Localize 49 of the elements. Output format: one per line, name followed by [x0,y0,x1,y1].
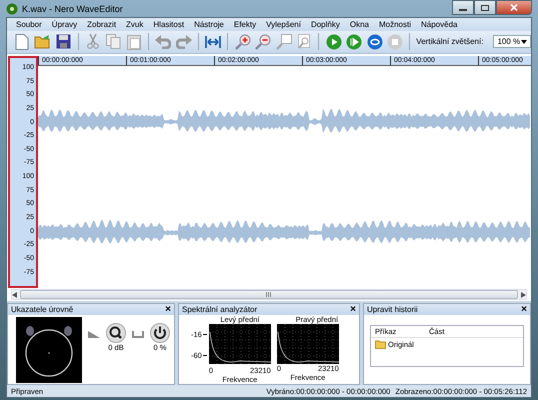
grip-icon [266,292,272,298]
menu-item[interactable]: Zobrazit [87,20,116,29]
window-title: K.wav - Nero WaveEditor [22,4,123,14]
close-button[interactable]: × [521,304,527,315]
menu-item[interactable]: Hlasitost [153,20,184,29]
tick-mark [202,355,207,356]
menu-item[interactable]: Okna [350,20,369,29]
menu-item[interactable]: Možnosti [378,20,411,29]
menu-item[interactable]: Efekty [234,20,256,29]
zoom-out-icon[interactable] [254,32,272,52]
close-button[interactable]: × [350,304,356,315]
maximize-icon [481,4,489,10]
menu-item[interactable]: Vylepšení [266,20,301,29]
play-from-icon[interactable] [344,32,364,52]
menu-item[interactable]: Soubor [16,20,42,29]
disc-icon [6,2,18,14]
copy-icon[interactable] [104,32,122,52]
zoom-selection-icon[interactable] [274,32,293,52]
loop-icon[interactable] [365,32,384,52]
scroll-right-icon[interactable] [521,292,526,298]
close-button[interactable]: × [165,304,171,315]
menu-item[interactable]: Doplňky [310,20,340,29]
play-icon[interactable] [324,32,343,52]
maximize-button[interactable] [474,0,496,15]
menu-item[interactable]: Nápověda [421,20,458,29]
menu-item[interactable]: Úpravy [52,20,78,29]
spectrum-graph [276,324,339,364]
close-button[interactable] [496,0,532,15]
panel-title: Ukazatele úrovně [11,305,74,314]
tick-mark [202,334,207,336]
vertical-zoom-dropdown[interactable]: 100 % [493,35,532,48]
notch-icon [132,331,144,338]
panel-title: Spektrální analyzátor [182,305,258,314]
scroll-left-icon[interactable] [12,292,17,298]
minimize-button[interactable] [452,0,474,15]
spectrum-graph [208,324,271,364]
folder-icon [375,340,386,350]
menu-item[interactable]: Zvuk [126,20,144,29]
zoom-in-icon[interactable] [233,32,252,52]
panel-title: Upravit historii [367,305,418,314]
close-icon [510,4,518,11]
level-meter-drawing [16,316,82,383]
magnifier-knob-icon[interactable] [106,323,126,344]
vertical-zoom-label: Vertikální zvětšení: [416,37,484,46]
power-knob-icon[interactable] [150,323,170,344]
menu-item[interactable]: Nástroje [194,20,224,29]
caret-icon [521,40,528,44]
horizontal-scrollbar[interactable] [11,289,527,300]
slope-icon [88,331,100,338]
